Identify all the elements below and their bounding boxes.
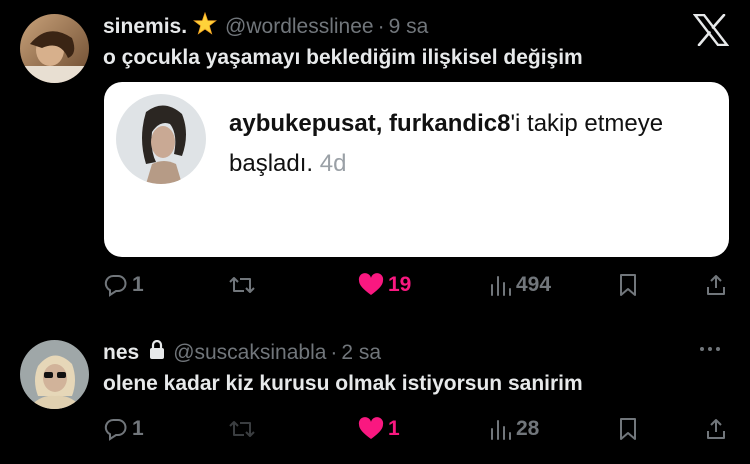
lock-icon [149, 339, 165, 366]
share-button[interactable] [704, 273, 728, 297]
reply-icon [104, 418, 127, 441]
follow-suffix: 'i takip etmeye [510, 110, 664, 137]
handle[interactable]: @wordlesslinee [225, 15, 374, 39]
tweet-sinemis[interactable]: sinemis. @wordlesslinee · 9 sa o çocukla… [0, 0, 750, 310]
separator-dot: · [330, 341, 338, 364]
action-bar: 1 19 494 [0, 273, 750, 303]
more-icon[interactable] [700, 347, 720, 351]
share-icon [707, 275, 725, 295]
display-name[interactable]: sinemis. [103, 15, 187, 39]
like-count: 19 [388, 273, 412, 296]
view-count: 28 [516, 417, 540, 440]
bookmark-button[interactable] [618, 417, 638, 441]
like-count: 1 [388, 417, 400, 440]
reply-icon [104, 274, 127, 297]
retweet-icon [229, 277, 255, 293]
star-emoji-icon [193, 11, 218, 42]
views-button[interactable]: 28 [490, 417, 539, 441]
action-bar: 1 1 28 [0, 417, 750, 447]
like-button[interactable]: 1 [358, 417, 400, 441]
tweet-nes[interactable]: nes @suscaksinabla · 2 sa olene kadar ki… [0, 330, 750, 464]
reply-button[interactable]: 1 [104, 273, 144, 297]
tweet-text: olene kadar kiz kurusu olmak istiyorsun … [103, 372, 583, 395]
quoted-screenshot[interactable]: aybukepusat, furkandic8'i takip etmeye b… [104, 82, 729, 257]
retweet-button[interactable] [228, 273, 256, 297]
views-button[interactable]: 494 [490, 273, 551, 297]
share-icon [707, 419, 725, 439]
views-icon [491, 420, 511, 440]
avatar[interactable] [20, 340, 89, 409]
follow-line2: başladı. [229, 150, 314, 177]
bookmark-icon [620, 418, 636, 440]
views-icon [491, 276, 511, 296]
separator-dot: · [377, 15, 385, 38]
follow-age: 4d [319, 150, 347, 177]
tweet-text: o çocukla yaşamayı beklediğim ilişkisel … [103, 46, 583, 69]
reply-button[interactable]: 1 [104, 417, 144, 441]
heart-icon [358, 417, 384, 439]
handle[interactable]: @suscaksinabla [173, 341, 326, 365]
like-button[interactable]: 19 [358, 273, 411, 297]
timestamp[interactable]: 9 sa [389, 15, 429, 39]
retweet-icon [229, 421, 255, 437]
reply-count: 1 [132, 417, 144, 440]
retweet-button[interactable] [228, 417, 256, 441]
quoted-text: aybukepusat, furkandic8'i takip etmeye b… [229, 104, 719, 184]
share-button[interactable] [704, 417, 728, 441]
display-name[interactable]: nes [103, 341, 139, 365]
reply-count: 1 [132, 273, 144, 296]
avatar [116, 94, 206, 184]
heart-icon [358, 273, 384, 295]
avatar[interactable] [20, 14, 89, 83]
timestamp[interactable]: 2 sa [341, 341, 381, 365]
bookmark-button[interactable] [618, 273, 638, 297]
bookmark-icon [620, 274, 636, 296]
followed-names: aybukepusat, furkandic8 [229, 110, 511, 137]
view-count: 494 [516, 273, 552, 296]
